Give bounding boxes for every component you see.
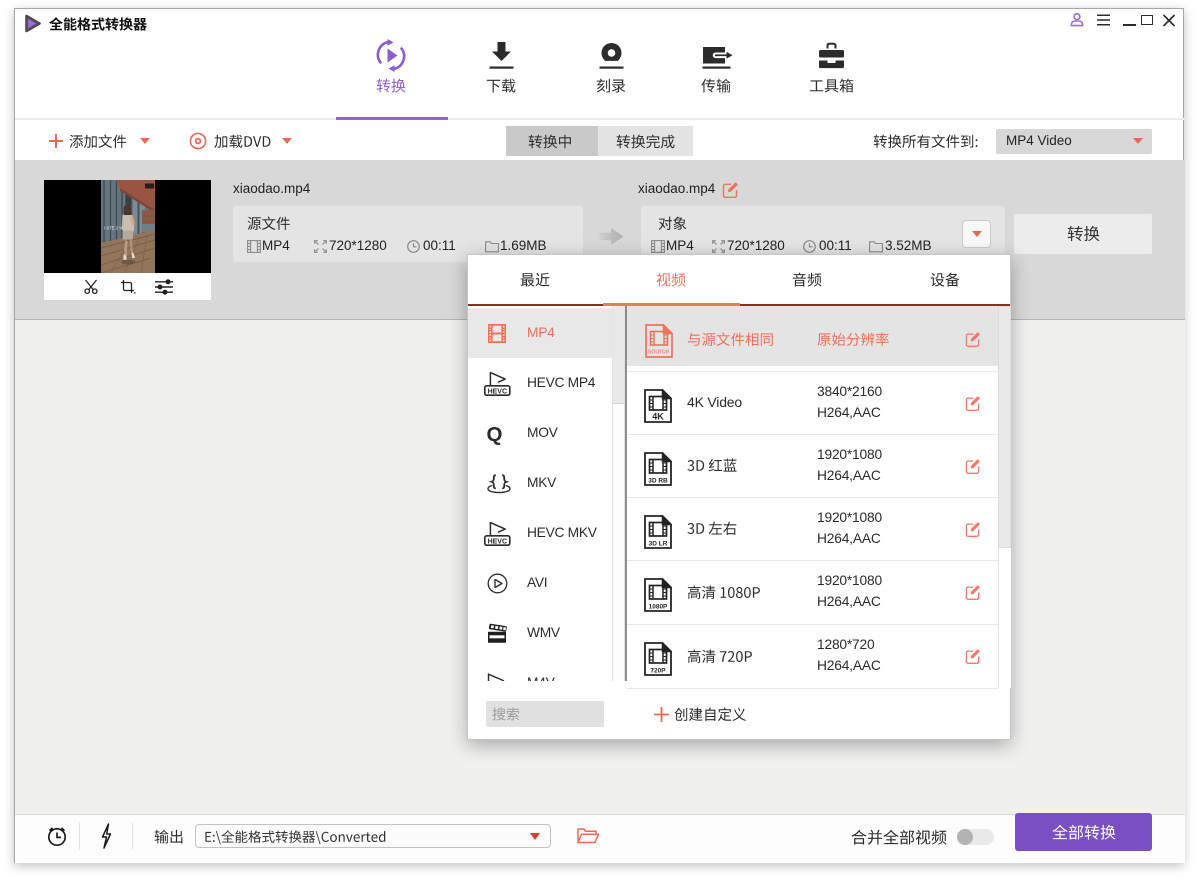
svg-text:HEVC: HEVC	[488, 388, 507, 395]
svg-text:HEVC: HEVC	[488, 538, 507, 545]
svg-text:3D LR: 3D LR	[649, 540, 668, 547]
svg-text:I STE 2 %: I STE 2 %	[104, 226, 123, 231]
svg-text:4K: 4K	[652, 411, 664, 421]
svg-text:1080P: 1080P	[649, 603, 668, 610]
svg-text:Q: Q	[487, 423, 503, 445]
svg-text:3D RB: 3D RB	[648, 477, 668, 484]
svg-text:720P: 720P	[650, 667, 666, 674]
svg-text:source: source	[648, 347, 670, 356]
